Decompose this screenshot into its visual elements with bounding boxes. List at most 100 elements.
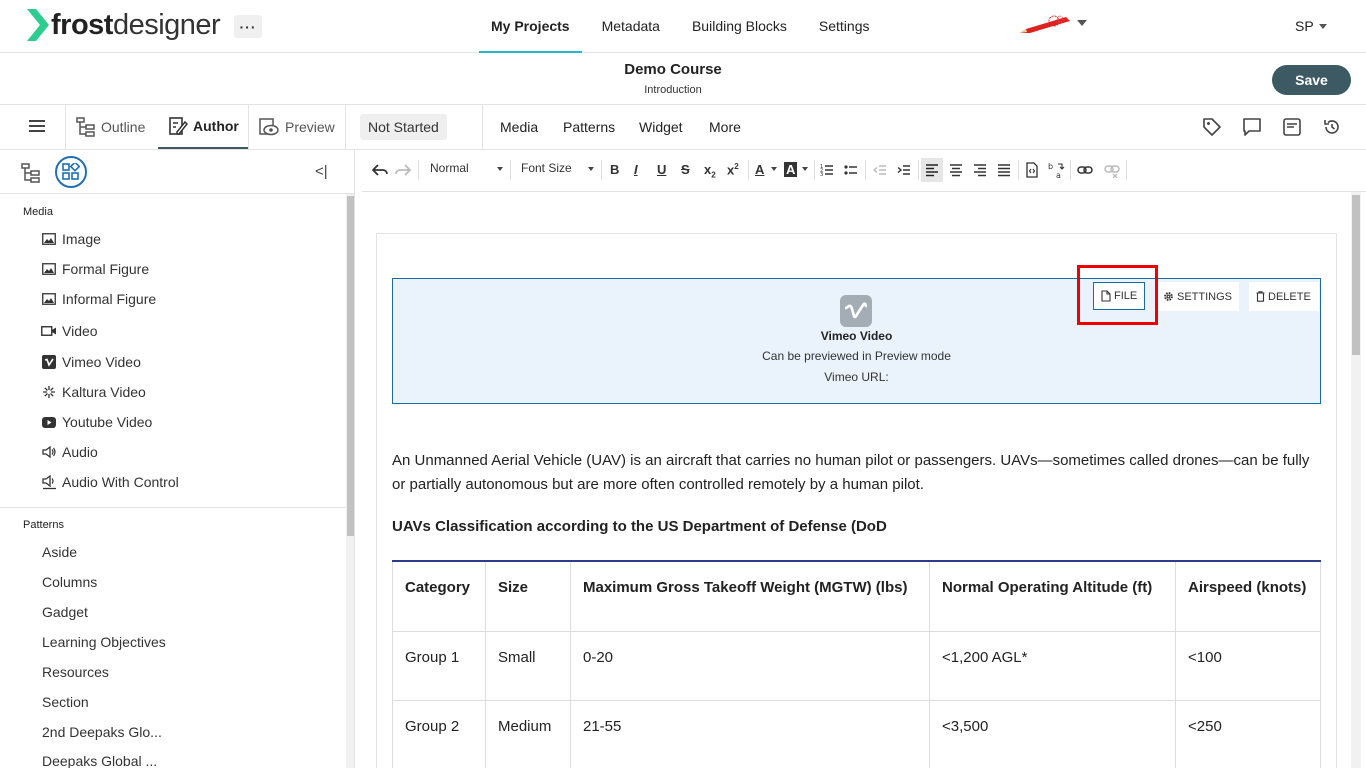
column-header[interactable]: Airspeed (knots) bbox=[1175, 560, 1321, 632]
column-header[interactable]: Maximum Gross Takeoff Weight (MGTW) (lbs… bbox=[570, 560, 930, 632]
table-cell[interactable]: Group 1 bbox=[392, 630, 486, 701]
menu-patterns[interactable]: Patterns bbox=[563, 105, 615, 149]
bullet-list-icon[interactable] bbox=[844, 163, 858, 177]
strikethrough-icon[interactable]: S bbox=[681, 162, 690, 177]
table-cell[interactable]: <250 bbox=[1175, 699, 1321, 768]
vimeo-video-block[interactable]: Vimeo Video Can be previewed in Preview … bbox=[392, 278, 1321, 404]
font-size-select[interactable]: Font Size bbox=[521, 161, 572, 175]
scrollbar-thumb[interactable] bbox=[1352, 195, 1360, 355]
chevron-down-icon[interactable] bbox=[771, 167, 777, 171]
link-icon[interactable] bbox=[1077, 164, 1093, 176]
chevron-down-icon[interactable] bbox=[497, 167, 503, 171]
building-blocks-toggle[interactable] bbox=[55, 156, 87, 188]
block-audio-with-control[interactable]: Audio With Control bbox=[41, 471, 179, 493]
section-heading[interactable]: UAVs Classification according to the US … bbox=[392, 518, 887, 535]
paragraph-format-select[interactable]: Normal bbox=[430, 161, 469, 175]
nav-building-blocks[interactable]: Building Blocks bbox=[680, 0, 799, 53]
editor-scrollbar[interactable] bbox=[1351, 192, 1361, 768]
find-replace-icon[interactable]: ba bbox=[1048, 161, 1066, 179]
block-youtube-video[interactable]: Youtube Video bbox=[41, 411, 152, 433]
column-header[interactable]: Normal Operating Altitude (ft) bbox=[929, 560, 1176, 632]
settings-button[interactable]: SETTINGS bbox=[1156, 282, 1239, 311]
body-paragraph[interactable]: An Unmanned Aerial Vehicle (UAV) is an a… bbox=[392, 449, 1322, 497]
pattern-learning-objectives[interactable]: Learning Objectives bbox=[42, 634, 166, 650]
uav-classification-table[interactable]: Category Size Maximum Gross Takeoff Weig… bbox=[392, 560, 1321, 768]
vimeo-icon bbox=[41, 354, 57, 370]
highlight-color-icon[interactable]: A bbox=[784, 162, 798, 177]
redo-icon[interactable] bbox=[395, 163, 411, 177]
scrollbar-thumb[interactable] bbox=[347, 196, 354, 536]
more-options-button[interactable]: ··· bbox=[234, 15, 262, 38]
user-menu[interactable]: SP bbox=[1295, 18, 1314, 34]
block-formal-figure[interactable]: Formal Figure bbox=[41, 258, 149, 280]
panel-icon[interactable] bbox=[1282, 117, 1302, 137]
table-cell[interactable]: <3,500 bbox=[929, 699, 1176, 768]
chevron-down-icon[interactable] bbox=[1319, 24, 1327, 29]
history-icon[interactable] bbox=[1322, 117, 1342, 137]
block-vimeo-video[interactable]: Vimeo Video bbox=[41, 351, 141, 373]
superscript-icon[interactable]: x2 bbox=[727, 162, 739, 177]
source-code-icon[interactable] bbox=[1025, 162, 1039, 178]
block-image[interactable]: Image bbox=[41, 228, 101, 250]
tab-preview[interactable]: Preview bbox=[258, 105, 335, 149]
chevron-down-icon[interactable] bbox=[1077, 20, 1087, 26]
bold-icon[interactable]: B bbox=[610, 162, 619, 177]
chevron-down-icon[interactable] bbox=[802, 167, 808, 171]
column-header[interactable]: Category bbox=[392, 560, 486, 632]
delete-button[interactable]: DELETE bbox=[1249, 282, 1319, 311]
delete-button-label: DELETE bbox=[1268, 290, 1311, 303]
column-header[interactable]: Size bbox=[485, 560, 571, 632]
table-cell[interactable]: 21-55 bbox=[570, 699, 930, 768]
tab-outline[interactable]: Outline bbox=[76, 105, 145, 149]
table-cell[interactable]: <1,200 AGL* bbox=[929, 630, 1176, 701]
hamburger-menu-icon[interactable] bbox=[29, 120, 45, 134]
align-justify-icon[interactable] bbox=[997, 163, 1011, 177]
save-button[interactable]: Save bbox=[1272, 65, 1351, 95]
collapse-panel-icon[interactable]: <| bbox=[315, 163, 328, 180]
underline-icon[interactable]: U bbox=[657, 162, 666, 177]
undo-icon[interactable] bbox=[372, 163, 388, 177]
table-cell[interactable]: <100 bbox=[1175, 630, 1321, 701]
table-cell[interactable]: 0-20 bbox=[570, 630, 930, 701]
menu-widget[interactable]: Widget bbox=[639, 105, 683, 149]
table-cell[interactable]: Small bbox=[485, 630, 571, 701]
panel-scrollbar[interactable] bbox=[346, 194, 354, 768]
align-right-icon[interactable] bbox=[973, 163, 987, 177]
indent-icon[interactable] bbox=[897, 163, 911, 177]
menu-media[interactable]: Media bbox=[500, 105, 538, 149]
tag-icon[interactable] bbox=[1202, 117, 1222, 137]
table-cell[interactable]: Group 2 bbox=[392, 699, 486, 768]
pattern-section[interactable]: Section bbox=[42, 694, 89, 710]
subscript-icon[interactable]: x2 bbox=[704, 162, 716, 180]
outline-tree-icon[interactable] bbox=[21, 163, 41, 183]
pattern-gadget[interactable]: Gadget bbox=[42, 604, 88, 620]
pattern-aside[interactable]: Aside bbox=[42, 544, 77, 560]
pattern-resources[interactable]: Resources bbox=[42, 664, 109, 680]
pattern-deepaks-global[interactable]: Deepaks Global ... bbox=[42, 753, 157, 768]
pattern-columns[interactable]: Columns bbox=[42, 574, 97, 590]
align-center-icon[interactable] bbox=[949, 163, 963, 177]
block-audio[interactable]: Audio bbox=[41, 441, 98, 463]
block-video[interactable]: Video bbox=[41, 320, 98, 342]
comment-icon[interactable] bbox=[1242, 117, 1262, 137]
align-left-icon[interactable] bbox=[925, 163, 939, 177]
block-informal-figure[interactable]: Informal Figure bbox=[41, 288, 156, 310]
frost-designer-logo[interactable]: frostdesigner bbox=[27, 8, 221, 42]
menu-more[interactable]: More bbox=[709, 105, 741, 149]
outdent-icon[interactable] bbox=[873, 163, 887, 177]
nav-my-projects[interactable]: My Projects bbox=[479, 0, 582, 53]
ordered-list-icon[interactable]: 123 bbox=[820, 163, 834, 177]
chevron-down-icon[interactable] bbox=[588, 167, 594, 171]
pencil-logo-icon[interactable] bbox=[1018, 14, 1074, 36]
nav-metadata[interactable]: Metadata bbox=[590, 0, 672, 53]
nav-settings[interactable]: Settings bbox=[807, 0, 882, 53]
pattern-2nd-deepaks-global[interactable]: 2nd Deepaks Glo... bbox=[42, 724, 162, 740]
status-badge[interactable]: Not Started bbox=[360, 114, 447, 140]
block-kaltura-video[interactable]: Kaltura Video bbox=[41, 381, 146, 403]
tab-author[interactable]: Author bbox=[158, 105, 248, 149]
font-color-icon[interactable]: A bbox=[755, 162, 764, 177]
divider bbox=[510, 160, 511, 180]
table-cell[interactable]: Medium bbox=[485, 699, 571, 768]
italic-icon[interactable]: I bbox=[634, 162, 638, 177]
unlink-icon[interactable] bbox=[1104, 164, 1120, 178]
